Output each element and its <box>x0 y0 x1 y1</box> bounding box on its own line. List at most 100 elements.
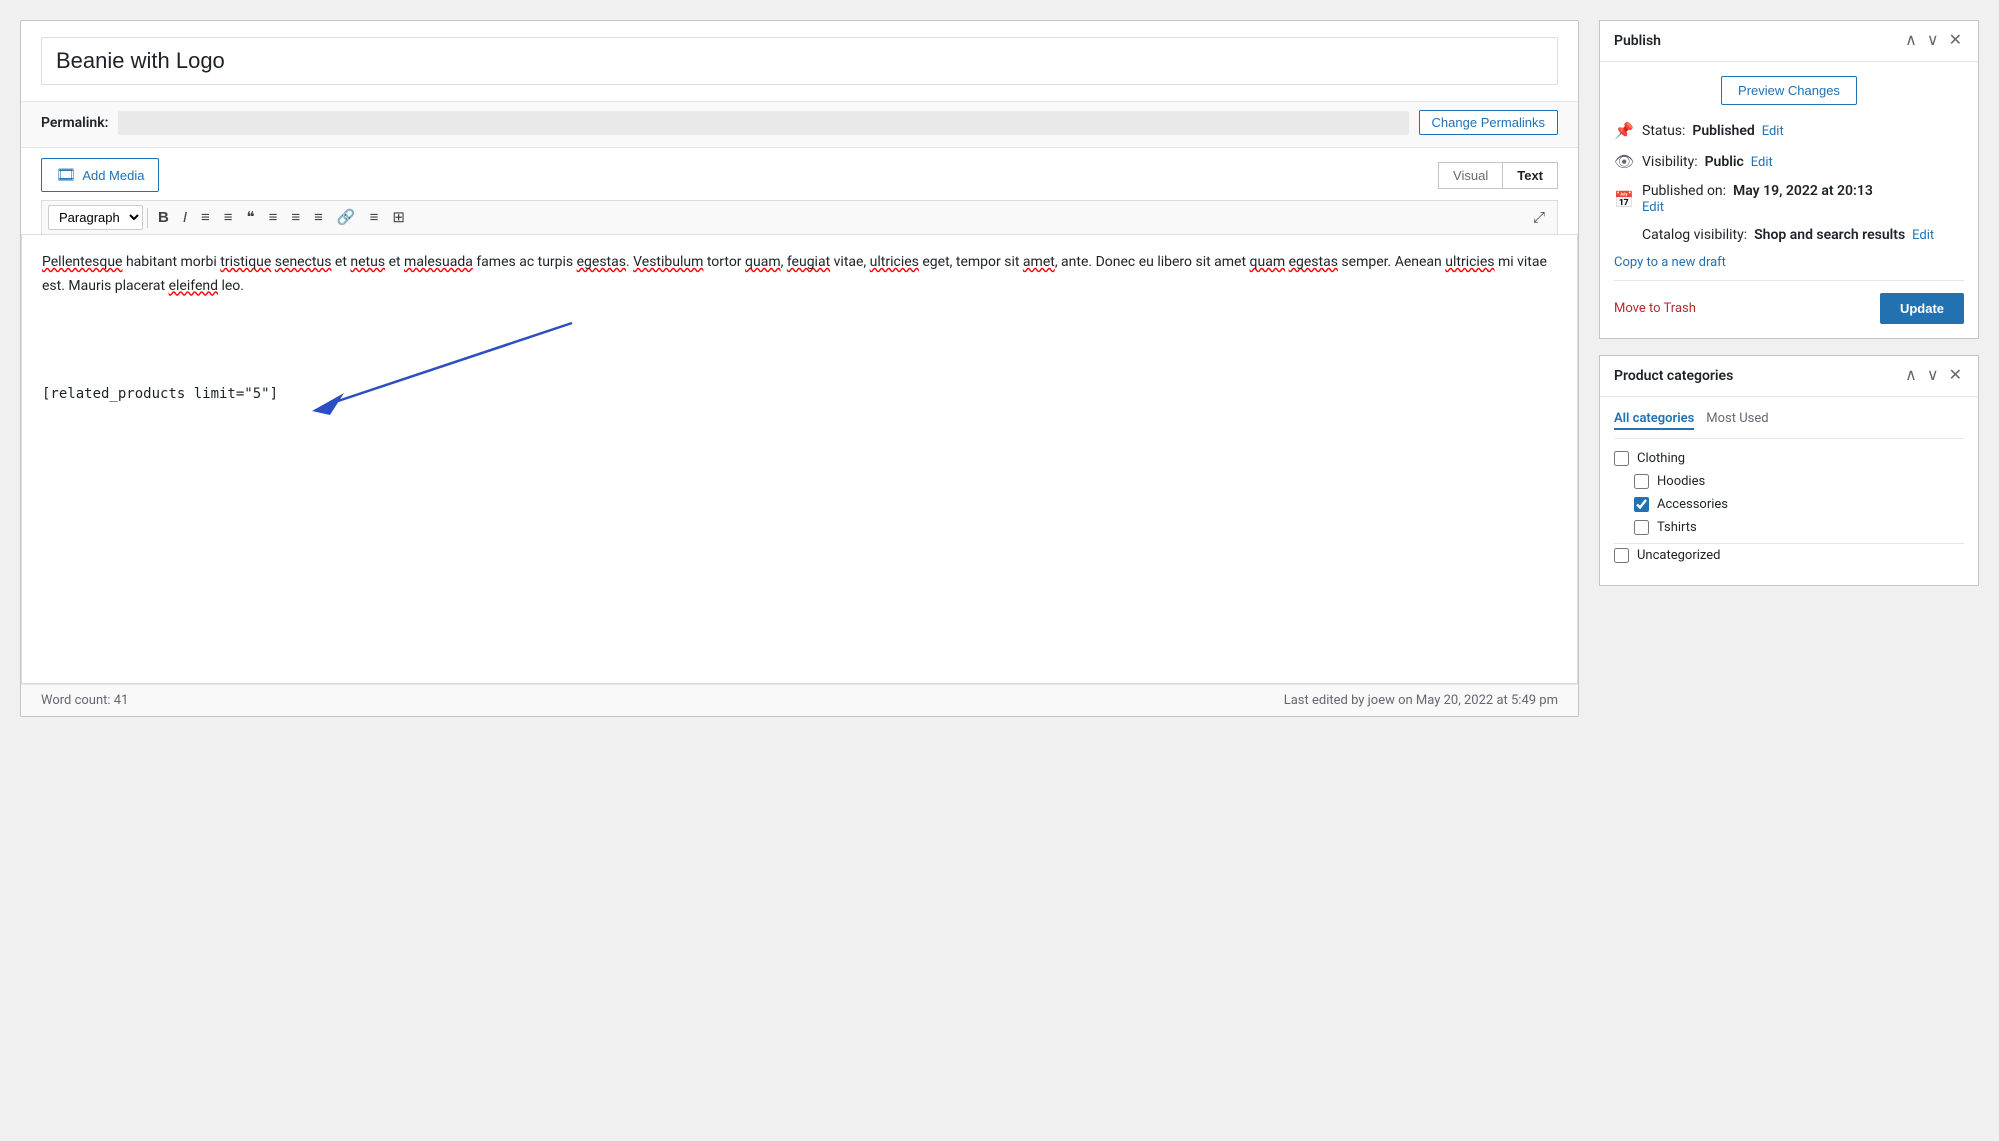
permalink-url <box>118 111 1408 135</box>
label-tshirts: Tshirts <box>1657 520 1697 535</box>
status-label-text: Status: <box>1642 123 1685 139</box>
align-right-button[interactable]: ≡ <box>308 206 329 229</box>
word-quam-2: quam <box>1250 254 1286 270</box>
published-on-label-text: Published on: <box>1642 183 1726 199</box>
word-egestas-2: egestas <box>1289 254 1338 270</box>
word-quam-1: quam <box>745 254 781 270</box>
paragraph-select[interactable]: Paragraph <box>48 205 143 230</box>
product-categories-title: Product categories <box>1614 368 1733 384</box>
word-pellentesque: Pellentesque <box>42 254 122 270</box>
tab-most-used[interactable]: Most Used <box>1706 411 1768 430</box>
product-categories-controls: ∧ ∨ ✕ <box>1903 366 1964 386</box>
checkbox-accessories[interactable] <box>1634 497 1649 512</box>
status-label: Status: Published Edit <box>1642 123 1784 139</box>
status-icon: 📌 <box>1614 121 1634 140</box>
word-count: Word count: 41 <box>41 693 128 708</box>
categories-panel-close[interactable]: ✕ <box>1947 366 1964 386</box>
word-vestibulum: Vestibulum <box>633 254 703 270</box>
word-netus: netus <box>350 254 385 270</box>
editor-footer: Word count: 41 Last edited by joew on Ma… <box>21 684 1578 716</box>
visibility-edit-link[interactable]: Edit <box>1751 155 1773 170</box>
word-count-label: Word count: <box>41 693 111 708</box>
checkbox-tshirts[interactable] <box>1634 520 1649 535</box>
checkbox-uncategorized[interactable] <box>1614 548 1629 563</box>
align-center-button[interactable]: ≡ <box>285 206 306 229</box>
arrow-annotation-area: [related_products limit="5"] <box>42 315 1557 435</box>
published-on-label: Published on: May 19, 2022 at 20:13 Edit <box>1642 183 1873 215</box>
table-button[interactable]: ⊞ <box>386 206 411 229</box>
word-malesuada: malesuada <box>404 254 473 270</box>
title-area <box>21 21 1578 101</box>
editor-toolbar-row: Paragraph B I ≡ ≡ ❝ ≡ ≡ ≡ 🔗 ≡ ⊞ ⤢ <box>41 200 1558 234</box>
word-ultricies-1: ultricies <box>870 254 919 270</box>
tab-text[interactable]: Text <box>1502 162 1558 189</box>
add-media-label: Add Media <box>82 168 144 183</box>
update-button[interactable]: Update <box>1880 293 1964 324</box>
word-tristique: tristique <box>220 254 271 270</box>
ordered-list-button[interactable]: ≡ <box>218 206 239 229</box>
publish-panel-header: Publish ∧ ∨ ✕ <box>1600 21 1978 62</box>
publish-panel: Publish ∧ ∨ ✕ Preview Changes 📌 Status: … <box>1599 20 1979 339</box>
tab-visual[interactable]: Visual <box>1438 162 1502 189</box>
move-to-trash-link[interactable]: Move to Trash <box>1614 301 1696 316</box>
category-hoodies: Hoodies <box>1614 474 1964 489</box>
published-on-row: 📅 Published on: May 19, 2022 at 20:13 Ed… <box>1614 183 1964 215</box>
catalog-visibility-value: Shop and search results <box>1754 227 1905 243</box>
editor-toolbar: 🎞 Add Media Visual Text Paragraph B I ≡ … <box>21 148 1578 234</box>
last-edited: Last edited by joew on May 20, 2022 at 5… <box>1284 693 1558 708</box>
editor-content-area[interactable]: Pellentesque habitant morbi tristique se… <box>21 234 1578 684</box>
visibility-label: Visibility: Public Edit <box>1642 154 1773 170</box>
blockquote-button[interactable]: ❝ <box>241 206 261 229</box>
categories-panel-down[interactable]: ∨ <box>1925 366 1941 386</box>
post-title-input[interactable] <box>41 37 1558 85</box>
visibility-label-text: Visibility: <box>1642 154 1698 170</box>
link-button[interactable]: 🔗 <box>331 206 362 229</box>
category-clothing: Clothing <box>1614 451 1964 466</box>
calendar-icon: 📅 <box>1614 190 1634 209</box>
more-button[interactable]: ≡ <box>364 206 385 229</box>
permalink-label: Permalink: <box>41 115 108 131</box>
change-permalinks-button[interactable]: Change Permalinks <box>1419 110 1558 135</box>
publish-panel-title: Publish <box>1614 33 1661 49</box>
toolbar-top: 🎞 Add Media Visual Text <box>41 158 1558 192</box>
published-on-value: May 19, 2022 at 20:13 <box>1733 183 1873 199</box>
shortcode-container: [related_products limit="5"] <box>42 383 278 407</box>
arrow-svg <box>42 315 582 425</box>
publish-panel-up[interactable]: ∧ <box>1903 31 1919 51</box>
word-amet-1: amet <box>1023 254 1055 270</box>
catalog-visibility-label-text: Catalog visibility: <box>1642 227 1747 243</box>
unordered-list-button[interactable]: ≡ <box>195 206 216 229</box>
checkbox-clothing[interactable] <box>1614 451 1629 466</box>
permalink-bar: Permalink: Change Permalinks <box>21 101 1578 148</box>
main-editor: Permalink: Change Permalinks 🎞 Add Media… <box>20 20 1579 717</box>
catalog-visibility-edit-link[interactable]: Edit <box>1912 228 1934 243</box>
categories-panel-up[interactable]: ∧ <box>1903 366 1919 386</box>
align-left-button[interactable]: ≡ <box>263 206 284 229</box>
status-edit-link[interactable]: Edit <box>1762 124 1784 139</box>
word-count-value: 41 <box>114 693 129 708</box>
add-media-button[interactable]: 🎞 Add Media <box>41 158 159 192</box>
bold-button[interactable]: B <box>152 206 175 229</box>
word-senectus: senectus <box>275 254 332 270</box>
word-egestas-1: egestas <box>577 254 626 270</box>
catalog-visibility-label: Catalog visibility: Shop and search resu… <box>1614 227 1934 243</box>
publish-actions: Move to Trash Update <box>1614 280 1964 324</box>
category-list: Clothing Hoodies Accessories Tshirts <box>1614 451 1964 563</box>
preview-changes-button[interactable]: Preview Changes <box>1721 76 1857 105</box>
category-tshirts: Tshirts <box>1614 520 1964 535</box>
tab-all-categories[interactable]: All categories <box>1614 411 1694 430</box>
product-categories-header: Product categories ∧ ∨ ✕ <box>1600 356 1978 397</box>
published-on-edit-link[interactable]: Edit <box>1642 200 1664 215</box>
editor-paragraph: Pellentesque habitant morbi tristique se… <box>42 251 1557 299</box>
publish-panel-down[interactable]: ∨ <box>1925 31 1941 51</box>
checkbox-hoodies[interactable] <box>1634 474 1649 489</box>
copy-to-draft-link[interactable]: Copy to a new draft <box>1614 255 1964 270</box>
status-row: 📌 Status: Published Edit <box>1614 121 1964 140</box>
product-categories-panel: Product categories ∧ ∨ ✕ All categories … <box>1599 355 1979 586</box>
categories-tabs: All categories Most Used <box>1614 411 1964 439</box>
publish-panel-close[interactable]: ✕ <box>1947 31 1964 51</box>
italic-button[interactable]: I <box>177 206 193 229</box>
fullscreen-button[interactable]: ⤢ <box>1527 206 1551 229</box>
publish-panel-controls: ∧ ∨ ✕ <box>1903 31 1964 51</box>
label-accessories: Accessories <box>1657 497 1728 512</box>
